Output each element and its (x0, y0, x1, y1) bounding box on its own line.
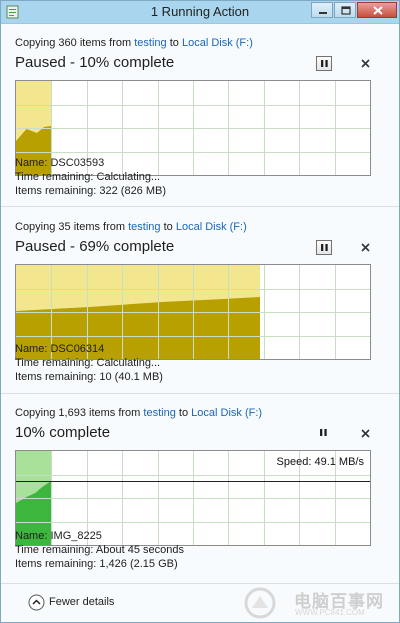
name-value: DSC03593 (50, 157, 105, 169)
copy-prefix: Copying 1,693 items from (15, 407, 141, 419)
copy-description: Copying 1,693 items from testing to Loca… (15, 407, 262, 419)
destination-link[interactable]: Local Disk (F:) (182, 37, 253, 49)
pause-resume-button[interactable] (316, 240, 332, 255)
minimize-icon (319, 12, 327, 14)
name-label: Name: (15, 157, 48, 169)
time-value: Calculating... (96, 357, 161, 369)
items-value: 322 (826 MB) (99, 185, 167, 197)
close-window-button[interactable] (357, 2, 397, 18)
cancel-copy-button[interactable] (359, 57, 373, 71)
time-label: Time remaining: (15, 357, 94, 369)
divider (1, 393, 399, 394)
time-value: About 45 seconds (95, 544, 184, 556)
destination-link[interactable]: Local Disk (F:) (191, 407, 262, 419)
source-link[interactable]: testing (143, 407, 175, 419)
copy-prefix: Copying 35 items from (15, 221, 126, 233)
copy-prefix: Copying 360 items from (15, 37, 132, 49)
items-label: Items remaining: (15, 371, 97, 383)
to-word: to (163, 221, 173, 233)
name-value: DSC06314 (50, 343, 105, 355)
minimize-button[interactable] (311, 2, 333, 18)
copy-operation-3: Copying 1,693 items from testing to Loca… (13, 407, 387, 577)
file-details: Name: IMG_8225 Time remaining: About 45 … (15, 529, 184, 571)
pause-button[interactable] (316, 426, 332, 441)
copy-description: Copying 360 items from testing to Local … (15, 37, 253, 49)
pause-resume-button[interactable] (316, 56, 332, 71)
close-icon (361, 59, 370, 68)
pause-icon (320, 429, 327, 436)
to-word: to (169, 37, 179, 49)
cancel-copy-button[interactable] (359, 241, 373, 255)
fewer-details-link[interactable]: Fewer details (49, 596, 114, 608)
chevron-up-icon (28, 594, 45, 611)
progress-status: Paused - 69% complete (15, 238, 175, 255)
name-label: Name: (15, 530, 48, 542)
close-icon (373, 6, 383, 15)
title-bar[interactable]: 1 Running Action (1, 1, 399, 24)
time-label: Time remaining: (15, 171, 94, 183)
name-value: IMG_8225 (50, 530, 102, 542)
time-label: Time remaining: (15, 544, 94, 556)
file-details: Name: DSC03593 Time remaining: Calculati… (15, 156, 166, 198)
pause-icon (321, 244, 328, 251)
items-label: Items remaining: (15, 185, 97, 197)
copy-operation-2: Copying 35 items from testing to Local D… (13, 221, 387, 383)
pause-icon (321, 60, 328, 67)
watermark-url: WWW.PC841.COM (295, 608, 365, 617)
cancel-copy-button[interactable] (359, 427, 373, 441)
maximize-button[interactable] (334, 2, 356, 18)
items-value: 10 (40.1 MB) (99, 371, 163, 383)
close-icon (361, 429, 370, 438)
time-value: Calculating... (96, 171, 161, 183)
progress-status: Paused - 10% complete (15, 54, 175, 71)
speed-readout: Speed: 49.1 MB/s (276, 456, 364, 468)
destination-link[interactable]: Local Disk (F:) (176, 221, 247, 233)
file-details: Name: DSC06314 Time remaining: Calculati… (15, 342, 163, 384)
fewer-details-button[interactable] (28, 594, 45, 611)
watermark-logo-icon (244, 587, 276, 619)
items-label: Items remaining: (15, 558, 97, 570)
source-link[interactable]: testing (128, 221, 160, 233)
maximize-icon (341, 6, 351, 15)
divider (1, 206, 399, 207)
to-word: to (178, 407, 189, 419)
file-copy-dialog: 1 Running Action Copying 360 items from … (0, 0, 400, 623)
source-link[interactable]: testing (134, 37, 166, 49)
copy-operation-1: Copying 360 items from testing to Local … (13, 37, 387, 199)
name-label: Name: (15, 343, 48, 355)
items-value: 1,426 (2.15 GB) (99, 558, 178, 570)
dialog-footer: Fewer details 电脑百事网 WWW.PC841.COM (1, 583, 399, 622)
close-icon (361, 243, 370, 252)
copy-description: Copying 35 items from testing to Local D… (15, 221, 247, 233)
progress-status: 10% complete (15, 424, 111, 441)
